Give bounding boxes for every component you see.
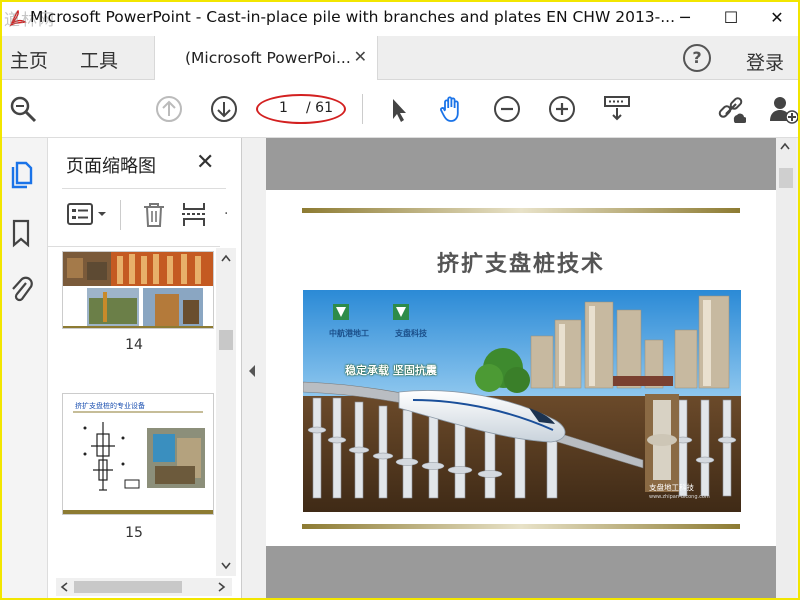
- next-page-icon[interactable]: [209, 94, 239, 124]
- share-link-icon[interactable]: [716, 94, 746, 124]
- slide-banner-image: 中航港地工 支盘科技 稳定承载 坚固抗震 支盘地工科技 www.zhipan-d…: [303, 290, 741, 512]
- thumbnail-toolbar: .: [48, 194, 242, 234]
- doc-scroll-up-icon[interactable]: [780, 142, 790, 150]
- toolbar-divider: [362, 94, 363, 124]
- hand-tool-icon[interactable]: [437, 94, 467, 124]
- scroll-down-icon[interactable]: [221, 562, 231, 570]
- maximize-button[interactable]: ☐: [708, 0, 754, 34]
- thumbnail-vertical-scrollbar[interactable]: [216, 248, 236, 576]
- left-tool-strip: [0, 138, 48, 600]
- thumbnail-toolbar-divider: [120, 200, 121, 230]
- page-total: / 61: [306, 100, 333, 116]
- page-number-input[interactable]: 1: [279, 100, 288, 116]
- doc-scroll-thumb[interactable]: [779, 168, 793, 188]
- page-thumbnails-icon[interactable]: [8, 160, 34, 190]
- thumbnail-image-15: [63, 411, 213, 514]
- thumbnail-panel: 页面缩略图 ✕ . 14 挤扩支盘桩的专业设备 15: [48, 138, 242, 600]
- banner-slogan: 稳定承载 坚固抗震: [345, 364, 437, 377]
- thumbnail-label-14: 14: [125, 337, 143, 353]
- slide-title: 挤扩支盘桩技术: [436, 251, 605, 277]
- scroll-up-icon[interactable]: [221, 254, 231, 262]
- thumbnail-heading-15: 挤扩支盘桩的专业设备: [75, 402, 145, 410]
- thumbnail-more-button[interactable]: .: [224, 202, 228, 218]
- thumbnail-image-14: [63, 252, 213, 328]
- menu-bar: 主页 工具 (Microsoft PowerPoi... ✕ ? 登录: [0, 36, 800, 80]
- banner-illustration: [303, 290, 741, 512]
- document-tab-close-button[interactable]: ✕: [354, 47, 367, 66]
- search-icon[interactable]: [8, 94, 38, 124]
- scroll-right-icon[interactable]: [218, 582, 226, 592]
- thumbnail-list: 14 挤扩支盘桩的专业设备 15: [48, 246, 220, 576]
- logo-caption-1: 中航港地工: [329, 329, 369, 338]
- window-title: Microsoft PowerPoint - Cast-in-place pil…: [30, 8, 676, 26]
- menu-home[interactable]: 主页: [10, 46, 48, 73]
- document-vertical-scrollbar[interactable]: [776, 138, 796, 600]
- zoom-out-icon[interactable]: [492, 94, 522, 124]
- close-window-button[interactable]: ✕: [754, 0, 800, 34]
- attachment-icon[interactable]: [8, 274, 34, 304]
- title-bar: 道林网 Microsoft PowerPoint - Cast-in-place…: [0, 0, 800, 36]
- document-tab[interactable]: (Microsoft PowerPoi... ✕: [154, 36, 378, 80]
- zoom-in-icon[interactable]: [547, 94, 577, 124]
- bottom-gold-bar: [302, 524, 740, 529]
- collapse-panel-icon[interactable]: [246, 364, 258, 378]
- add-user-icon[interactable]: [768, 94, 798, 124]
- menu-tools[interactable]: 工具: [80, 46, 118, 73]
- prev-page-icon[interactable]: [154, 94, 184, 124]
- logo-caption-2: 支盘科技: [395, 329, 427, 338]
- toolbar: 1 / 61: [0, 80, 800, 138]
- document-area: 挤扩支盘桩技术 中航港地工 支盘科技 稳定承载 坚固抗震 支盘地工科技 www.…: [242, 138, 800, 600]
- document-page: 挤扩支盘桩技术 中航港地工 支盘科技 稳定承载 坚固抗震 支盘地工科技 www.…: [266, 190, 776, 546]
- thumbnail-label-15: 15: [125, 525, 143, 541]
- delete-page-icon[interactable]: [140, 200, 168, 228]
- extract-page-icon[interactable]: [180, 200, 208, 228]
- thumbnail-panel-title: 页面缩略图: [66, 156, 156, 177]
- minimize-button[interactable]: ─: [662, 0, 708, 34]
- login-button[interactable]: 登录: [746, 48, 784, 75]
- top-gold-bar: [302, 208, 740, 213]
- bookmark-icon[interactable]: [8, 218, 34, 248]
- thumbnail-panel-close-button[interactable]: ✕: [196, 150, 214, 175]
- scroll-left-icon[interactable]: [60, 582, 68, 592]
- thumbnail-page-15[interactable]: 挤扩支盘桩的专业设备: [62, 393, 214, 515]
- panel-divider: [62, 188, 226, 189]
- thumbnail-page-14[interactable]: [62, 251, 214, 329]
- banner-website: www.zhipan-dicong.com: [649, 494, 710, 500]
- document-tab-label: (Microsoft PowerPoi...: [185, 49, 351, 67]
- thumbnail-horizontal-scrollbar[interactable]: [56, 578, 232, 596]
- horizontal-scroll-thumb[interactable]: [74, 581, 182, 593]
- help-icon[interactable]: ?: [683, 44, 711, 72]
- banner-company-name: 支盘地工科技: [649, 483, 694, 492]
- fit-page-icon[interactable]: [602, 94, 632, 124]
- thumbnail-scroll-thumb[interactable]: [219, 330, 233, 350]
- thumbnail-options-icon[interactable]: [66, 200, 110, 228]
- select-tool-icon[interactable]: [384, 94, 414, 124]
